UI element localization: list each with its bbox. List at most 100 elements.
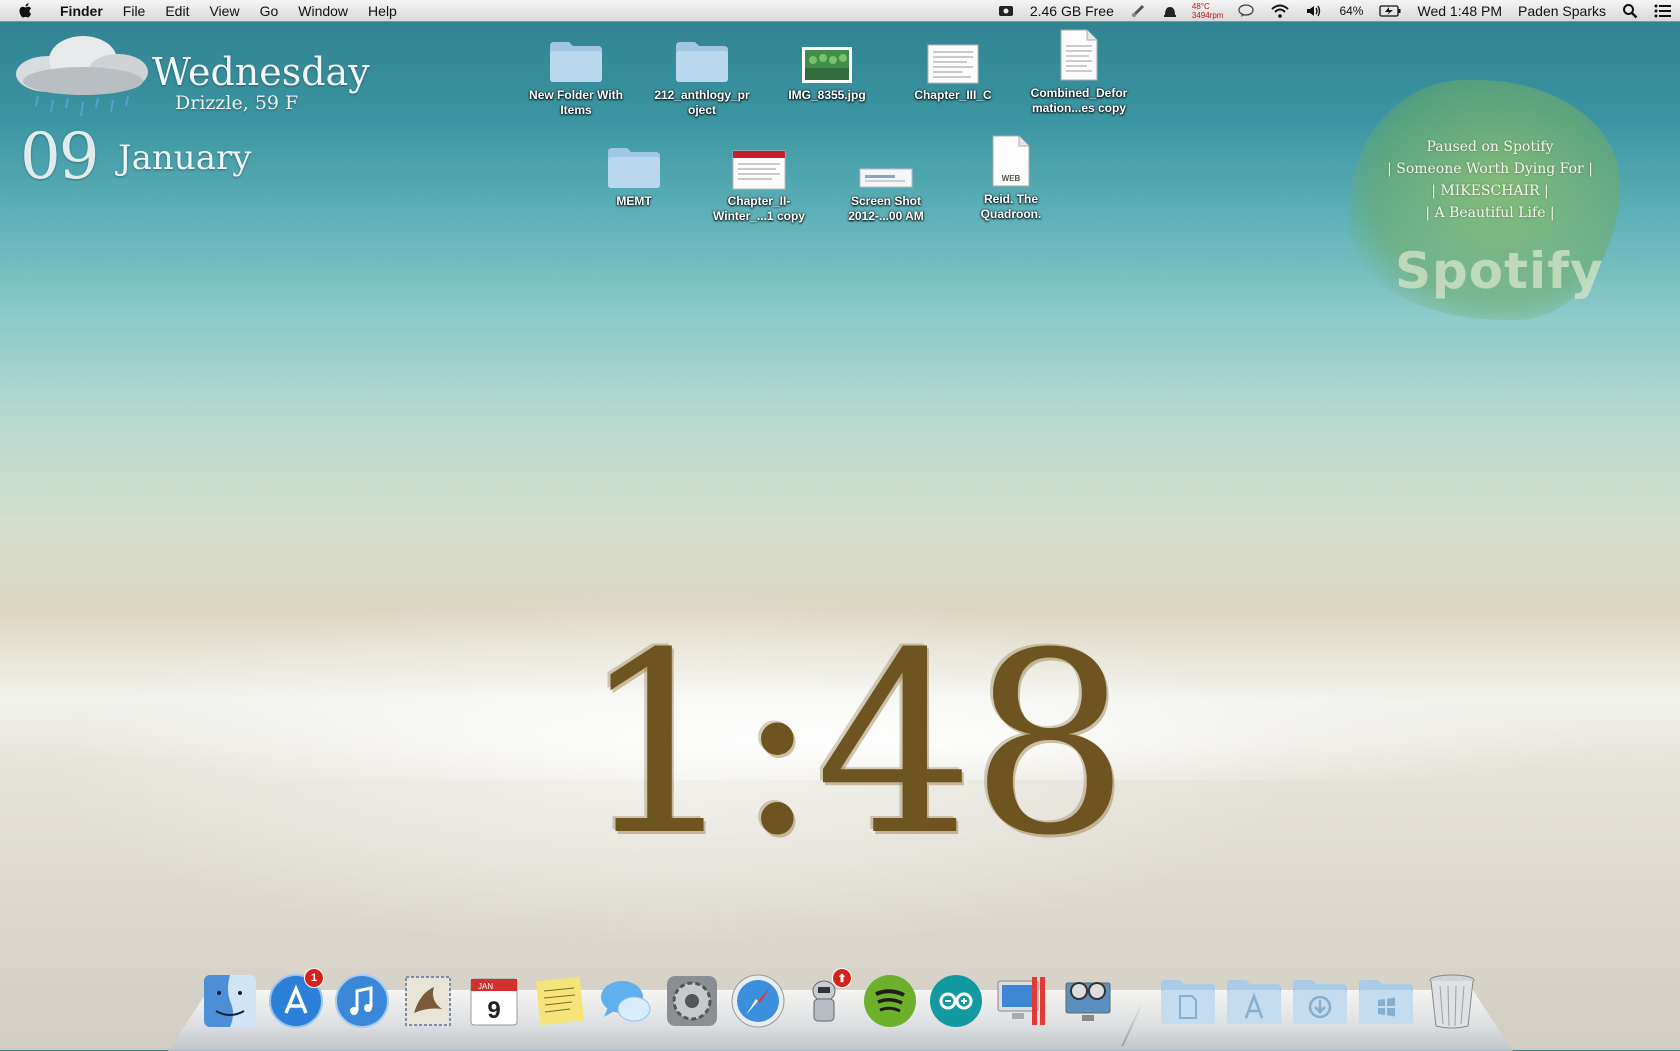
dock-itunes[interactable] [332, 970, 392, 1032]
sand-clock-widget: 1:48 [580, 599, 1129, 890]
desktop-icon-label: oject [687, 103, 716, 117]
dock-messages[interactable] [596, 970, 656, 1032]
desktop-icon-label: mation...es copy [1031, 101, 1127, 115]
speech-bubble-icon[interactable] [1229, 3, 1263, 19]
dock-finder[interactable] [200, 970, 260, 1032]
desktop-icon-combined-deformation[interactable]: Combined_Defor mation...es copy [1020, 24, 1138, 116]
menu-clock[interactable]: Wed 1:48 PM [1409, 0, 1510, 22]
messages-icon [601, 981, 651, 1022]
disk-free-text[interactable]: 2.46 GB Free [1022, 0, 1122, 22]
desktop-icon-chapter-iii[interactable]: Chapter_III_C [894, 30, 1012, 103]
wifi-icon[interactable] [1263, 4, 1297, 18]
calendar-month-text: JAN [478, 982, 493, 991]
battery-percent-text[interactable]: 64% [1331, 0, 1371, 22]
dock-app-store[interactable]: 1 [266, 968, 326, 1032]
spotify-artist: | MIKESCHAIR | [1431, 183, 1549, 199]
desktop-icon-label: Combined_Defor [1030, 86, 1128, 100]
trash-icon [1429, 974, 1475, 1029]
rain-cloud-icon [8, 26, 158, 126]
apple-menu-icon[interactable] [18, 2, 36, 20]
spotify-now-playing[interactable]: Paused on Spotify | Someone Worth Dying … [1330, 136, 1650, 224]
weather-month: January [118, 138, 252, 178]
desktop-icon-label: Screen Shot [850, 194, 922, 208]
document-icon [921, 30, 985, 84]
menu-file[interactable]: File [113, 0, 156, 22]
desktop-icon-screen-shot[interactable]: Screen Shot 2012-...00 AM [827, 136, 945, 224]
desktop-icon-anthology-folder[interactable]: 212_anthlogy_pr oject [643, 30, 761, 118]
documents-stack-icon [1161, 980, 1215, 1024]
weather-day: Wednesday [152, 50, 370, 94]
status-menus: 2.46 GB Free 48°C 3494rpm 64% Wed 1:48 P… [990, 0, 1680, 22]
windows-stack-icon [1359, 980, 1413, 1024]
menu-edit[interactable]: Edit [155, 0, 199, 22]
boot-camp-icon [997, 977, 1045, 1025]
desktop-icon-chapter-ii[interactable]: Chapter_II- Winter_...1 copy [700, 136, 818, 224]
dock-windows-stack[interactable] [1356, 970, 1416, 1032]
desktop-icon-label: IMG_8355.jpg [788, 88, 866, 102]
desktop-icon-reid-quadroon[interactable]: WEB Reid. The Quadroon. [952, 130, 1070, 222]
applications-stack-icon [1227, 980, 1281, 1024]
desktop-icon-label: Quadroon. [980, 207, 1042, 221]
screenshot-icon [854, 136, 918, 190]
dock-stickies[interactable] [530, 970, 590, 1032]
folder-icon [602, 136, 666, 190]
webarchive-icon: WEB [979, 130, 1043, 188]
dock: 1 JAN 9 ⬆ [0, 968, 1680, 1036]
dock-screen-sharing[interactable] [1058, 970, 1118, 1032]
itunes-icon [335, 974, 389, 1028]
spotify-logo-text: Spotify [1395, 242, 1604, 300]
weather-condition: Drizzle, 59 F [175, 92, 299, 114]
menu-view[interactable]: View [199, 0, 249, 22]
desktop-icon-label: Winter_...1 copy [713, 209, 805, 223]
disk-drive-icon[interactable] [990, 4, 1022, 18]
dock-applications-stack[interactable] [1224, 970, 1284, 1032]
dock-calendar[interactable]: JAN 9 [464, 970, 524, 1032]
battery-icon[interactable] [1371, 4, 1409, 17]
fan-speed-text: 3494rpm [1191, 10, 1224, 20]
temperature-text: 48°C [1191, 1, 1210, 11]
desktop-icon-label: 2012-...00 AM [848, 209, 924, 223]
calendar-icon: JAN 9 [470, 978, 518, 1026]
finder-icon [204, 975, 256, 1027]
spotify-track: | Someone Worth Dying For | [1387, 161, 1593, 177]
user-account-menu[interactable]: Paden Sparks [1510, 0, 1614, 22]
dock-automator[interactable]: ⬆ [794, 968, 854, 1032]
spotify-icon [864, 975, 916, 1027]
desktop-icon-new-folder[interactable]: New Folder With Items [517, 30, 635, 118]
document-icon [1047, 24, 1111, 82]
calendar-day-text: 9 [487, 997, 500, 1024]
desktop-icon-memt-folder[interactable]: MEMT [575, 136, 693, 209]
mail-icon [405, 976, 451, 1026]
menu-help[interactable]: Help [358, 0, 407, 22]
dock-trash[interactable] [1422, 970, 1482, 1032]
system-preferences-icon [667, 976, 717, 1026]
gauge-icon[interactable] [1122, 3, 1154, 19]
dock-boot-camp[interactable] [992, 970, 1052, 1032]
desktop-icon-label: Reid. The [983, 192, 1038, 206]
menu-window[interactable]: Window [288, 0, 358, 22]
notification-center-icon[interactable] [1646, 4, 1680, 18]
pdf-icon [727, 136, 791, 190]
menu-app-finder[interactable]: Finder [50, 0, 113, 22]
dock-documents-stack[interactable] [1158, 970, 1218, 1032]
dock-system-preferences[interactable] [662, 970, 722, 1032]
spotlight-search-icon[interactable] [1614, 3, 1646, 19]
dock-safari[interactable] [728, 970, 788, 1032]
dock-downloads-stack[interactable] [1290, 970, 1350, 1032]
weather-date-number: 09 [20, 120, 99, 194]
dock-arduino[interactable] [926, 970, 986, 1032]
temperature-fan-readout[interactable]: 48°C 3494rpm [1186, 2, 1230, 20]
automator-badge-icon: ⬆ [832, 968, 852, 988]
dock-spotify[interactable] [860, 970, 920, 1032]
desktop-icon-label: Chapter_III_C [914, 88, 992, 102]
volume-icon[interactable] [1297, 4, 1331, 18]
menu-bar: Finder File Edit View Go Window Help 2.4… [0, 0, 1680, 22]
desktop-icon-label: Items [560, 103, 592, 117]
arduino-icon [930, 975, 982, 1027]
photo-icon [795, 30, 859, 84]
dock-mail[interactable] [398, 970, 458, 1032]
safari-icon [731, 974, 785, 1028]
bell-icon[interactable] [1154, 3, 1186, 19]
desktop-icon-img-8355[interactable]: IMG_8355.jpg [768, 30, 886, 103]
menu-go[interactable]: Go [250, 0, 289, 22]
